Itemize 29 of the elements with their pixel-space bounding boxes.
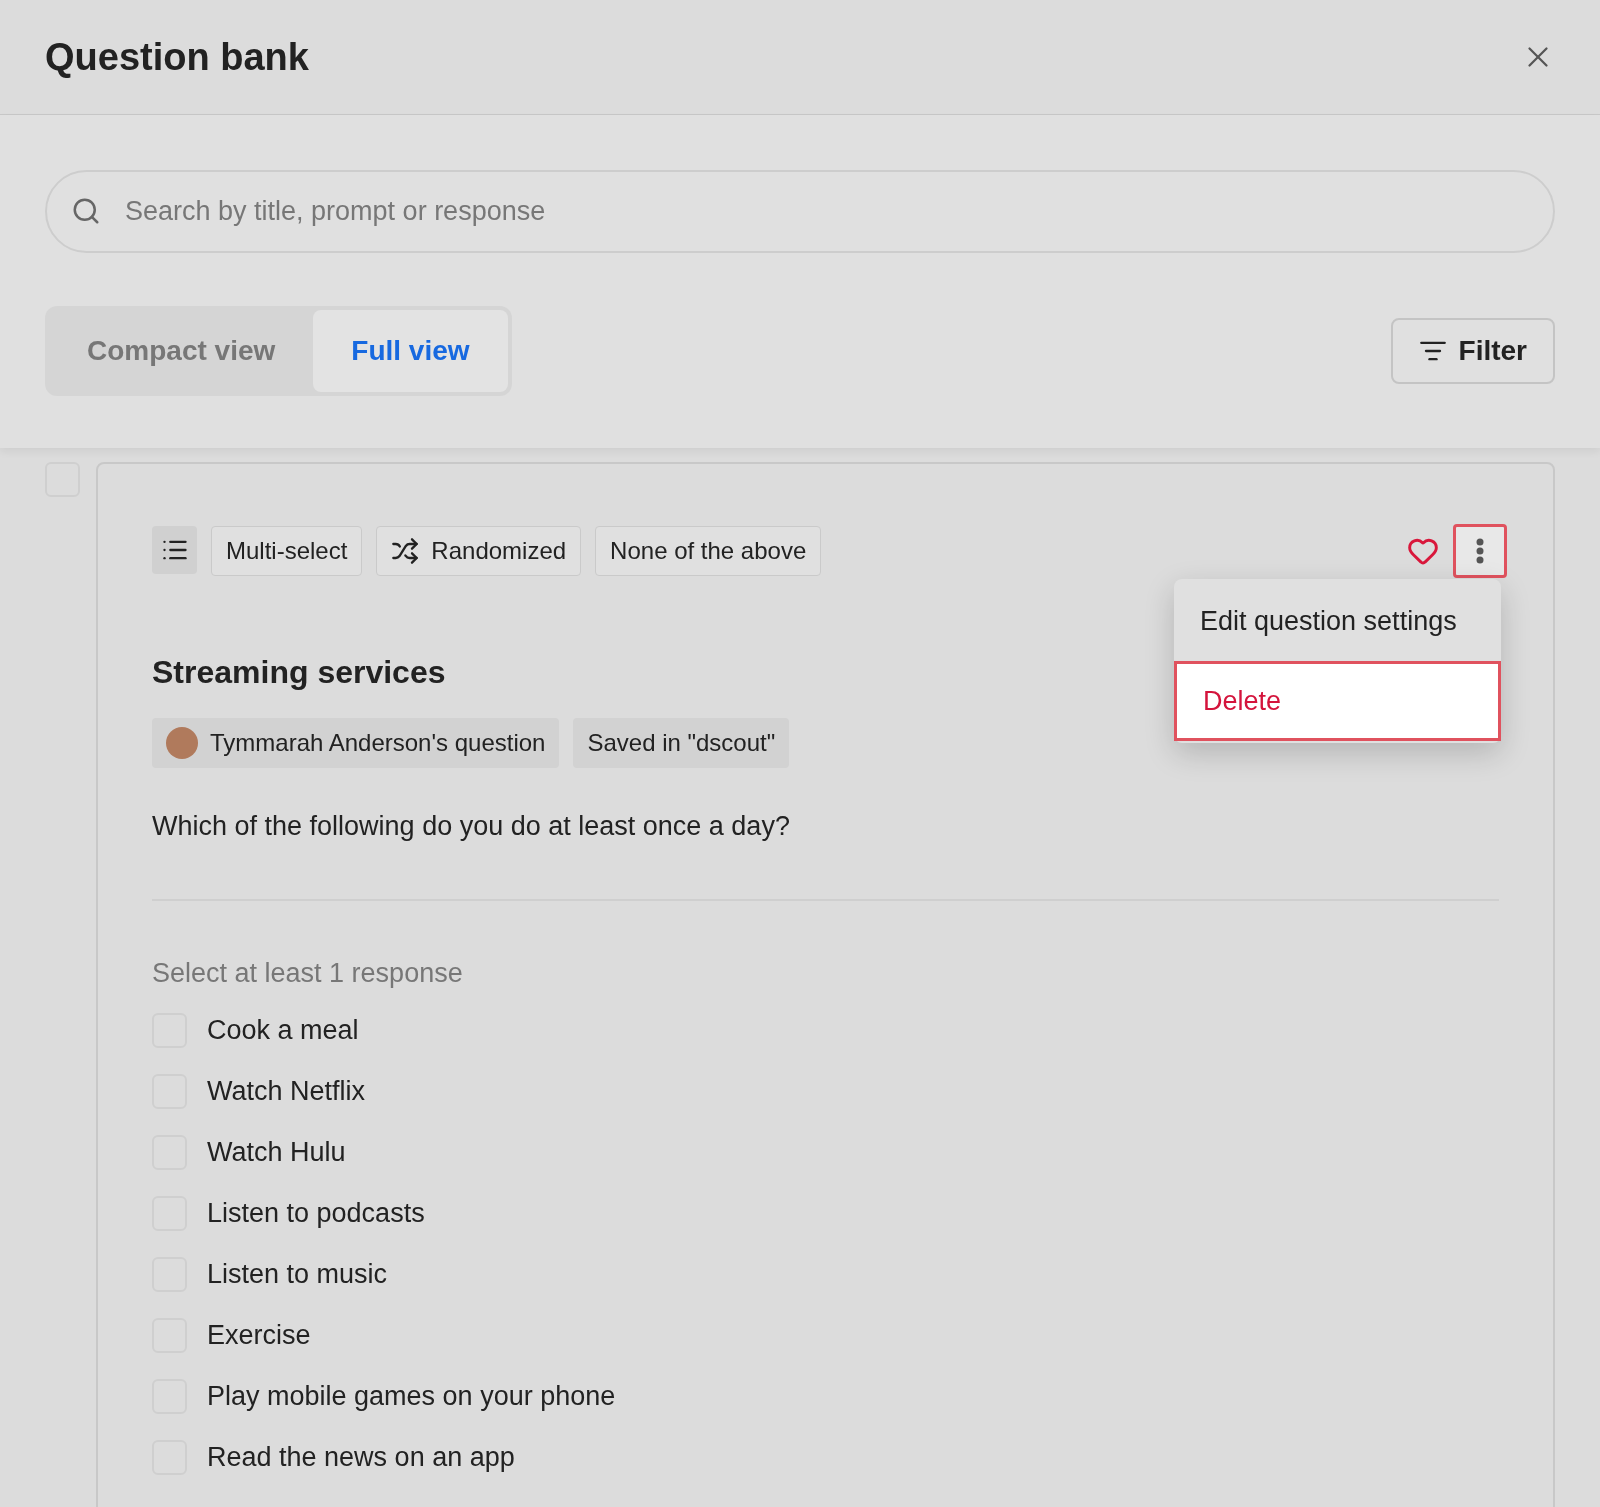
option-label: Listen to music (207, 1258, 388, 1292)
search-icon (71, 196, 101, 226)
option-label: Read the news on an app (207, 1441, 515, 1475)
menu-item[interactable]: Delete (1174, 661, 1501, 741)
list-icon (152, 526, 197, 574)
option-label: Cook a meal (207, 1014, 359, 1048)
tag: Multi-select (211, 526, 363, 576)
search-field[interactable]: Search by title, prompt or response (45, 170, 1555, 253)
menu-item[interactable]: Edit question settings (1174, 581, 1501, 661)
more-button[interactable] (1453, 524, 1507, 578)
chip-label: Saved in "dscout" (587, 728, 776, 758)
tag: None of the above (595, 526, 822, 576)
chip-label: Tymmarah Anderson's question (210, 728, 546, 758)
dialog-title: Question bank (45, 34, 309, 80)
option-label: Play mobile games on your phone (207, 1380, 616, 1414)
shuffle-icon (391, 537, 420, 565)
view-tab[interactable]: Full view (313, 310, 508, 392)
avatar (166, 727, 198, 759)
response-instruction: Select at least 1 response (152, 956, 464, 990)
option-label: Listen to podcasts (207, 1197, 425, 1231)
view-tab[interactable]: Compact view (49, 310, 314, 392)
option-label: Exercise (207, 1319, 311, 1353)
more-icon (1476, 538, 1484, 564)
question-title: Streaming services (152, 653, 447, 692)
question-prompt: Which of the following do you do at least once a day? (152, 810, 791, 843)
option-label: Watch Netflix (207, 1075, 366, 1109)
filter-button[interactable]: Filter (1390, 318, 1555, 384)
option-label: Watch Hulu (207, 1136, 346, 1170)
tag-label: Randomized (431, 536, 567, 566)
